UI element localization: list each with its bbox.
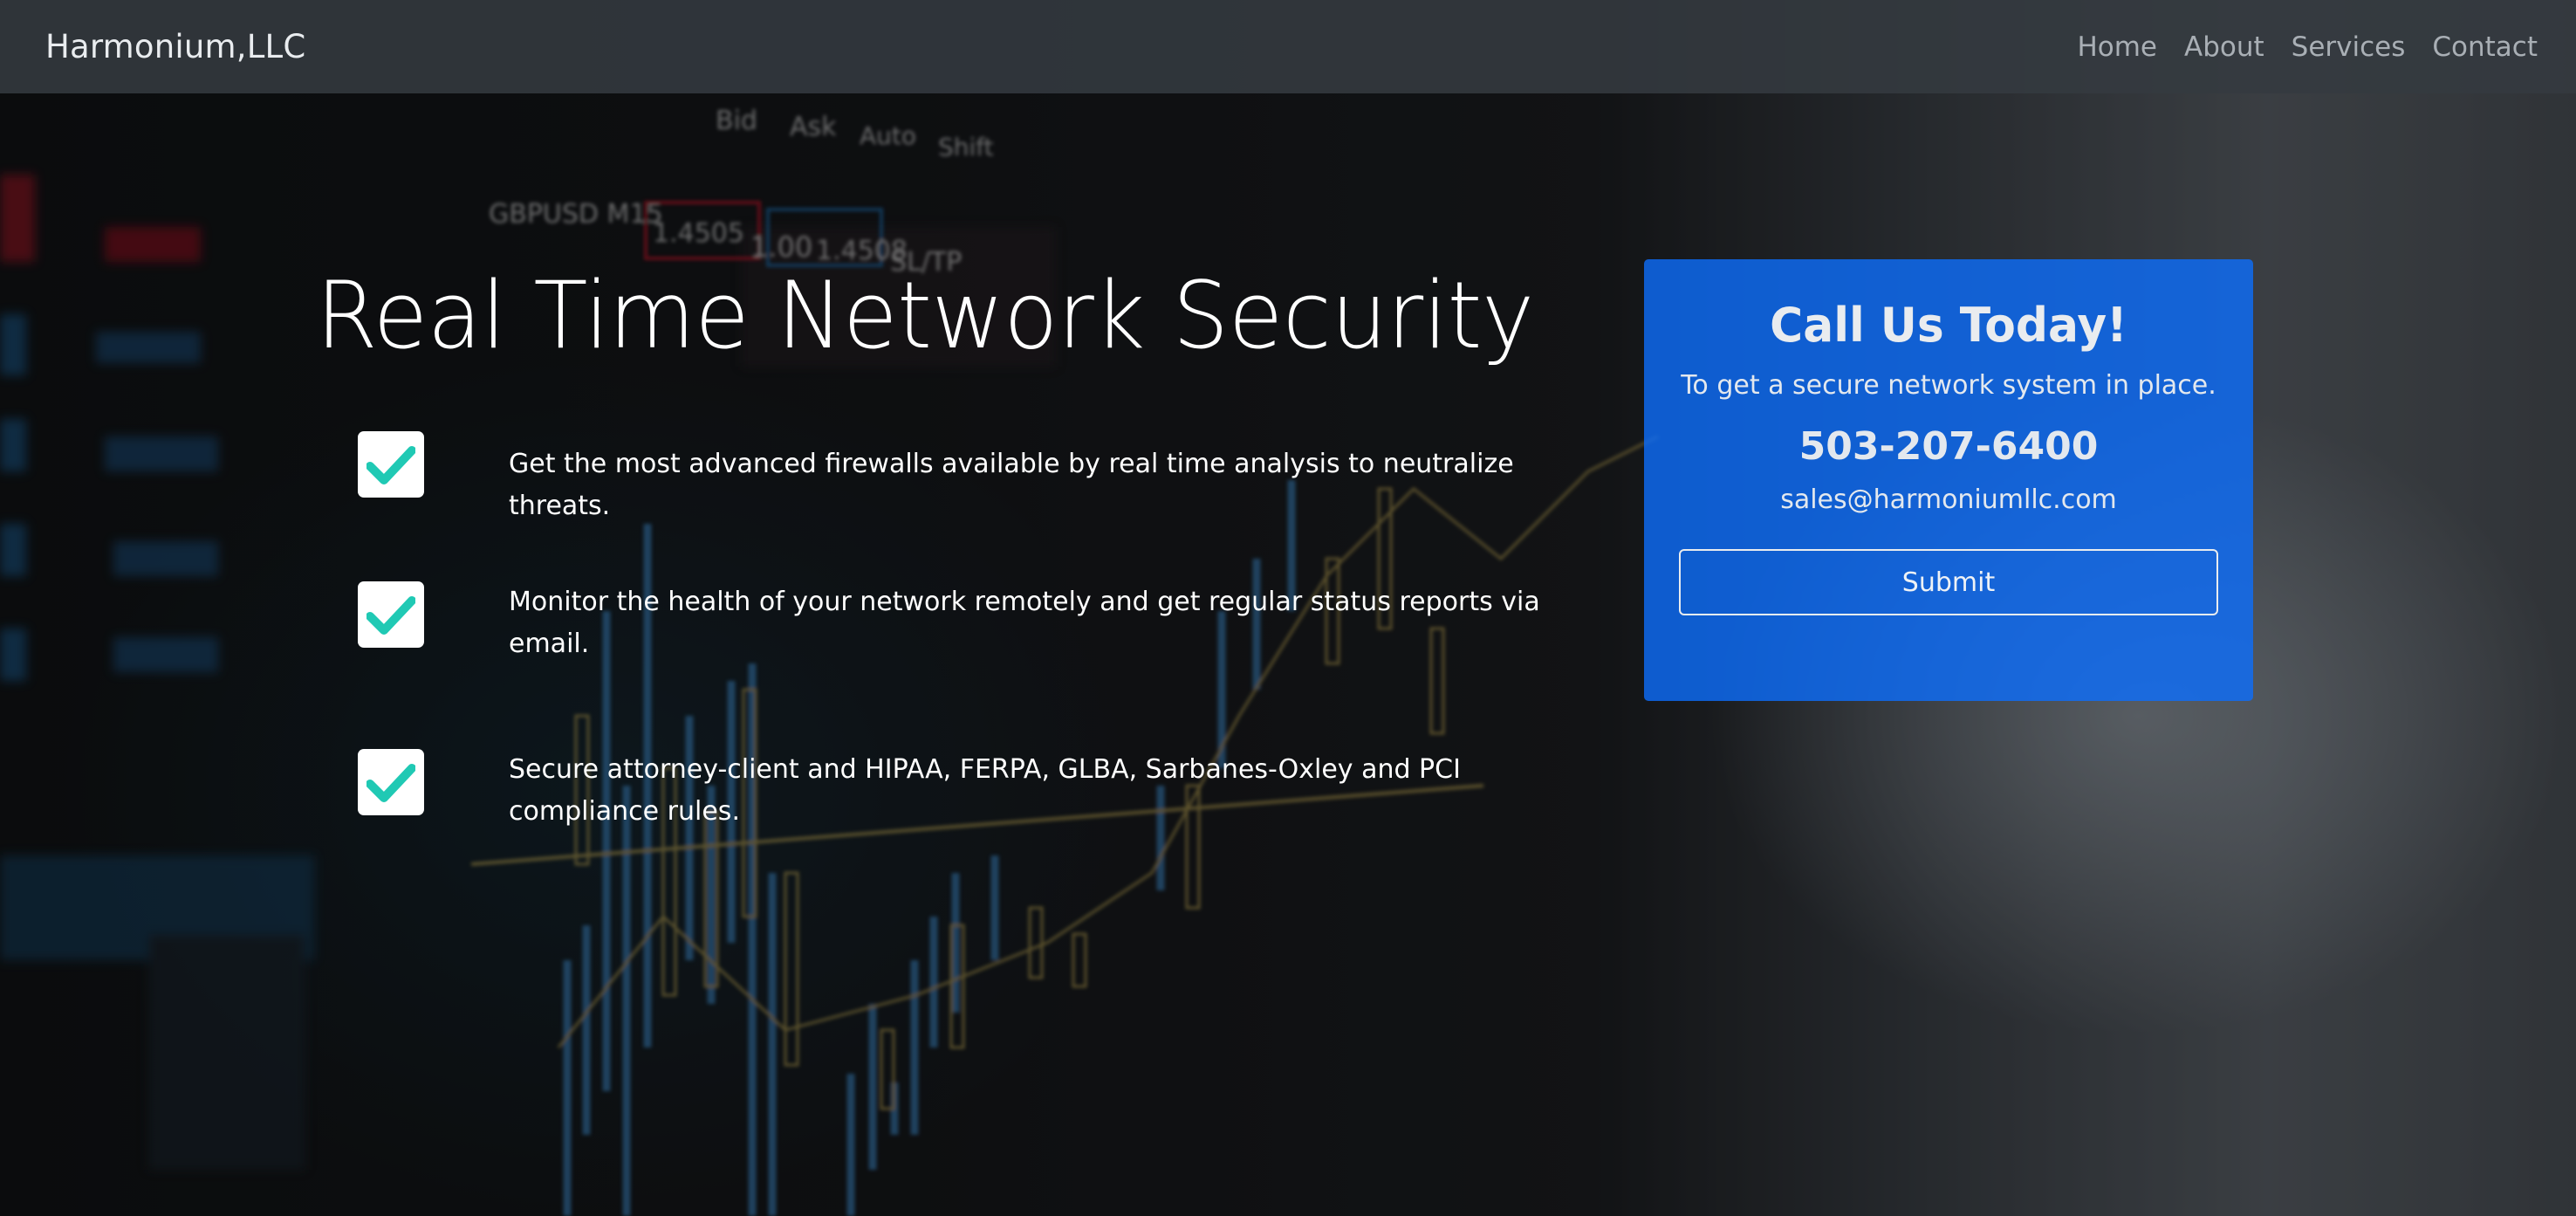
feature-text: Secure attorney-client and HIPAA, FERPA,… xyxy=(509,754,1461,827)
nav-link-contact[interactable]: Contact xyxy=(2432,31,2538,63)
cta-phone[interactable]: 503-207-6400 xyxy=(1679,422,2218,472)
check-icon xyxy=(358,581,424,648)
page: Bid Ask Auto Shift GBPUSD M15 1.4505 1.0… xyxy=(0,0,2576,1216)
nav-link-about[interactable]: About xyxy=(2184,31,2264,63)
nav-link-services[interactable]: Services xyxy=(2292,31,2406,63)
check-icon xyxy=(358,749,424,815)
nav-links: Home About Services Contact xyxy=(2077,31,2538,63)
feature-item-compliance: Secure attorney-client and HIPAA, FERPA,… xyxy=(358,749,1571,833)
feature-text: Monitor the health of your network remot… xyxy=(509,587,1540,659)
navbar: Harmonium,LLC Home About Services Contac… xyxy=(0,0,2576,93)
cta-email[interactable]: sales@harmoniumllc.com xyxy=(1679,483,2218,518)
submit-button[interactable]: Submit xyxy=(1679,549,2218,615)
feature-item-firewalls: Get the most advanced firewalls availabl… xyxy=(358,431,1571,527)
cta-title: Call Us Today! xyxy=(1770,298,2127,353)
brand-link[interactable]: Harmonium,LLC xyxy=(45,28,305,65)
feature-text: Get the most advanced firewalls availabl… xyxy=(509,449,1514,521)
feature-item-monitoring: Monitor the health of your network remot… xyxy=(358,581,1571,665)
cta-subtitle: To get a secure network system in place. xyxy=(1681,370,2216,401)
check-icon xyxy=(358,431,424,498)
nav-link-home[interactable]: Home xyxy=(2077,31,2157,63)
hero-title: Real Time Network Security xyxy=(316,262,1534,369)
cta-card: Call Us Today! To get a secure network s… xyxy=(1644,259,2253,701)
